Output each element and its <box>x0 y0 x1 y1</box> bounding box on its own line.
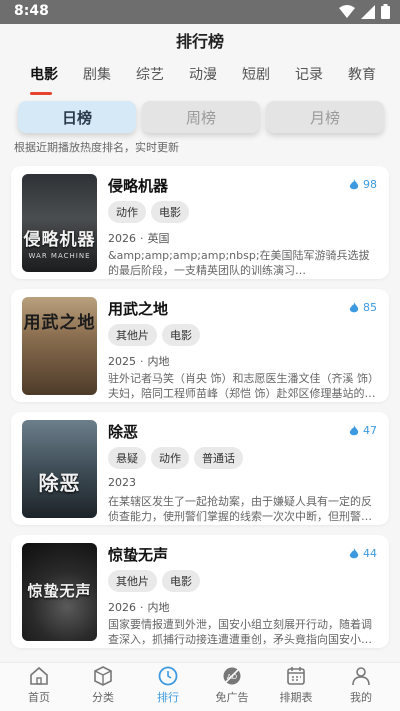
hotness-score: 98 <box>349 178 377 191</box>
tag-list: 其他片 电影 <box>108 324 200 346</box>
movie-year: 2023 <box>108 476 136 489</box>
tag-list: 悬疑 动作 普通话 <box>108 447 243 469</box>
ad-free-icon: AD <box>223 667 241 685</box>
hotness-value: 47 <box>363 424 377 437</box>
wifi-icon <box>339 4 355 18</box>
hotness-score: 47 <box>349 424 377 437</box>
nav-category[interactable]: 分类 <box>75 665 131 705</box>
nav-ranking[interactable]: 排行 <box>140 665 196 705</box>
movie-title: 用武之地 <box>108 300 169 318</box>
bottom-nav: 首页 分类 排行 AD 免广告 排期表 我的 <box>0 662 400 711</box>
flame-icon <box>349 547 359 558</box>
tab-documentary[interactable]: 记录 <box>295 64 323 84</box>
language-tag[interactable]: 普通话 <box>194 447 243 469</box>
category-tabs: 电影 剧集 综艺 动漫 短剧 记录 教育 <box>0 64 400 88</box>
nav-schedule[interactable]: 排期表 <box>268 665 324 705</box>
genre-tag[interactable]: 电影 <box>162 570 200 592</box>
home-icon <box>30 666 48 685</box>
nav-category-label: 分类 <box>92 691 114 704</box>
nav-schedule-label: 排期表 <box>279 691 313 704</box>
hotness-value: 98 <box>363 178 377 191</box>
cube-icon <box>94 666 112 686</box>
active-tab-indicator <box>30 92 52 95</box>
nav-profile-label: 我的 <box>350 691 372 704</box>
status-icons <box>339 4 390 19</box>
nav-ad-free[interactable]: AD 免广告 <box>204 665 260 705</box>
poster-title: 惊蛰无声 <box>27 582 92 600</box>
ranking-description: 根据近期播放热度排名，实时更新 <box>14 141 179 154</box>
flame-icon <box>349 301 359 312</box>
tab-movie[interactable]: 电影 <box>30 64 58 84</box>
weekly-rank-button[interactable]: 周榜 <box>142 101 260 133</box>
hotness-value: 44 <box>363 547 377 560</box>
movie-region: 内地 <box>147 355 170 368</box>
movie-region: 内地 <box>147 601 170 614</box>
tab-anime[interactable]: 动漫 <box>189 64 217 84</box>
tab-short-drama[interactable]: 短剧 <box>242 64 270 84</box>
movie-title: 惊蛰无声 <box>108 546 169 564</box>
tag-list: 其他片 电影 <box>108 570 200 592</box>
status-bar: 8:48 <box>0 0 400 24</box>
genre-tag[interactable]: 动作 <box>108 201 146 223</box>
page-title: 排行榜 <box>175 32 224 51</box>
genre-tag[interactable]: 电影 <box>151 201 189 223</box>
poster-title: 用武之地 <box>23 313 96 333</box>
genre-tag[interactable]: 其他片 <box>108 570 157 592</box>
ranking-icon <box>158 666 178 686</box>
movie-description: 在某辖区发生了一起抢劫案，由于嫌疑人具有一定的反侦查能力，使刑警们掌握的线索一次… <box>108 495 372 523</box>
movie-poster: 用武之地 <box>22 297 97 395</box>
nav-ad-free-label: 免广告 <box>215 691 249 704</box>
calendar-icon <box>287 667 305 685</box>
battery-icon <box>381 4 390 19</box>
movie-poster: 侵略机器 WAR MACHINE <box>22 174 97 272</box>
tab-series[interactable]: 剧集 <box>83 64 111 84</box>
nav-ranking-label: 排行 <box>157 691 179 704</box>
movie-year: 2026 <box>108 601 136 614</box>
daily-rank-button[interactable]: 日榜 <box>18 101 136 133</box>
movie-year: 2025 <box>108 355 136 368</box>
genre-tag[interactable]: 其他片 <box>108 324 157 346</box>
movie-description: 国家要情报遭到外泄，国安小组立刻展开行动，随着调查深入，抓捕行动接连遭遭重创，矛… <box>108 618 372 646</box>
flame-icon <box>349 424 359 435</box>
status-time: 8:48 <box>14 3 49 19</box>
tag-list: 动作 电影 <box>108 201 189 223</box>
movie-meta: 2026 · 英国 <box>108 232 170 245</box>
movie-card[interactable]: 侵略机器 WAR MACHINE 侵略机器 98 动作 电影 2026 · 英国 &… <box>11 166 389 279</box>
user-icon <box>352 667 370 686</box>
movie-card[interactable]: 除恶 除恶 47 悬疑 动作 普通话 2023 在某辖区发生了一起抢劫案，由于嫌… <box>11 412 389 525</box>
movie-poster: 除恶 <box>22 420 97 518</box>
genre-tag[interactable]: 动作 <box>151 447 189 469</box>
movie-meta: 2023 <box>108 476 136 489</box>
movie-poster: 惊蛰无声 <box>22 543 97 641</box>
nav-home[interactable]: 首页 <box>11 665 67 705</box>
tab-variety[interactable]: 综艺 <box>136 64 164 84</box>
hotness-score: 85 <box>349 301 377 314</box>
hotness-score: 44 <box>349 547 377 560</box>
nav-home-label: 首页 <box>28 691 50 704</box>
movie-title: 除恶 <box>108 423 139 441</box>
poster-subtitle: WAR MACHINE <box>28 252 91 260</box>
tab-education[interactable]: 教育 <box>348 64 376 84</box>
movie-year: 2026 <box>108 232 136 245</box>
movie-card[interactable]: 惊蛰无声 惊蛰无声 44 其他片 电影 2026 · 内地 国家要情报遭到外泄，国安… <box>11 535 389 648</box>
movie-description: 驻外记者马笑（肖央 饰）和志愿医生潘文佳（齐溪 饰）夫妇，陪同工程师苗峰（郑恺 … <box>108 372 376 400</box>
movie-meta: 2025 · 内地 <box>108 355 170 368</box>
signal-icon <box>361 4 375 19</box>
movie-card[interactable]: 用武之地 用武之地 85 其他片 电影 2025 · 内地 驻外记者马笑（肖央 饰）… <box>11 289 389 402</box>
poster-title: 侵略机器 <box>23 230 96 250</box>
movie-meta: 2026 · 内地 <box>108 601 170 614</box>
genre-tag[interactable]: 电影 <box>162 324 200 346</box>
genre-tag[interactable]: 悬疑 <box>108 447 146 469</box>
movie-description: &amp;amp;amp;amp;nbsp;在美国陆军游骑兵选拔的最后阶段，一支… <box>108 249 370 277</box>
poster-title: 除恶 <box>38 471 81 495</box>
movie-title: 侵略机器 <box>108 177 169 195</box>
monthly-rank-button[interactable]: 月榜 <box>266 101 384 133</box>
nav-profile[interactable]: 我的 <box>333 665 389 705</box>
hotness-value: 85 <box>363 301 377 314</box>
movie-region: 英国 <box>147 232 170 245</box>
flame-icon <box>349 178 359 189</box>
